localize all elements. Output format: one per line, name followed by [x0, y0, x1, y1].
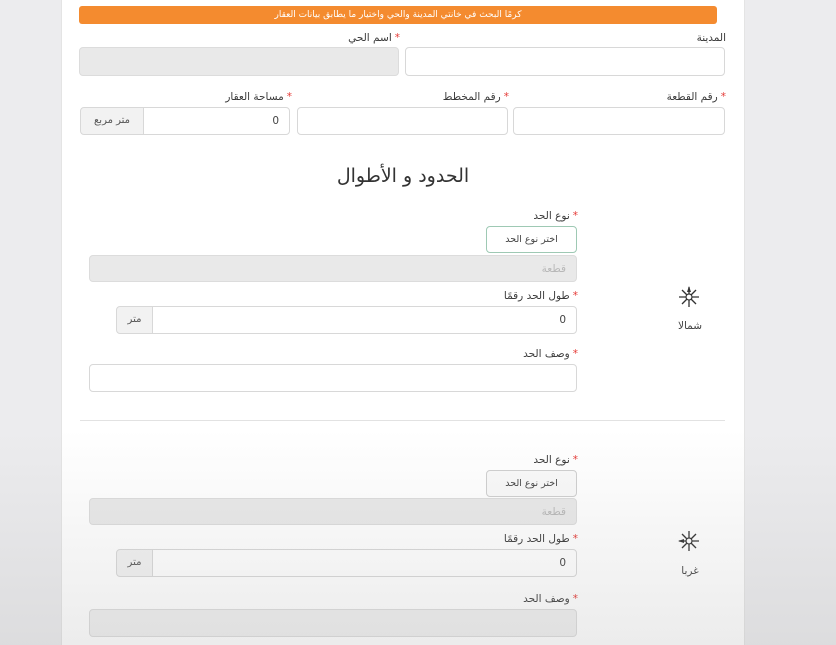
- city-label: المدينة: [696, 32, 726, 44]
- border-description-label: *وصف الحد: [523, 348, 578, 360]
- border-description-field[interactable]: [89, 609, 577, 637]
- borders-section-title: الحدود و الأطوال: [336, 165, 470, 187]
- border-length-field[interactable]: 0: [152, 549, 577, 577]
- border-description-label: *وصف الحد: [523, 593, 578, 605]
- section-divider: [80, 420, 725, 421]
- info-banner: كرمًا البحث في خانتي المدينة والحي واختي…: [79, 6, 717, 24]
- border-length-label: *طول الحد رقمًا: [503, 290, 578, 302]
- border-length-field[interactable]: 0: [152, 306, 577, 334]
- border-type-value: قطعة: [89, 498, 577, 525]
- direction-label-north: شمالا: [677, 320, 703, 332]
- plot-number-field[interactable]: [513, 107, 725, 135]
- area-label: *مساحة العقار: [225, 91, 292, 103]
- plan-number-field[interactable]: [297, 107, 508, 135]
- border-description-field[interactable]: [89, 364, 577, 392]
- compass-west-icon: [678, 531, 699, 551]
- city-field[interactable]: [405, 47, 725, 76]
- direction-label-west: غربا: [681, 565, 699, 577]
- plot-number-label: *رقم القطعة: [666, 91, 726, 103]
- border-type-label: *نوع الحد: [533, 210, 578, 222]
- district-label: *اسم الحي: [348, 32, 400, 44]
- choose-border-type-button[interactable]: اختر نوع الحد: [486, 226, 577, 253]
- border-type-value: قطعة: [89, 255, 577, 282]
- area-unit-addon: متر مربع: [80, 107, 144, 135]
- plan-number-label: *رقم المخطط: [442, 91, 509, 103]
- district-field[interactable]: [79, 47, 399, 76]
- compass-north-icon: [679, 286, 699, 307]
- length-unit-addon: متر: [116, 306, 153, 334]
- length-unit-addon: متر: [116, 549, 153, 577]
- area-field[interactable]: 0: [143, 107, 290, 135]
- border-length-label: *طول الحد رقمًا: [503, 533, 578, 545]
- border-type-label: *نوع الحد: [533, 454, 578, 466]
- choose-border-type-button[interactable]: اختر نوع الحد: [486, 470, 577, 497]
